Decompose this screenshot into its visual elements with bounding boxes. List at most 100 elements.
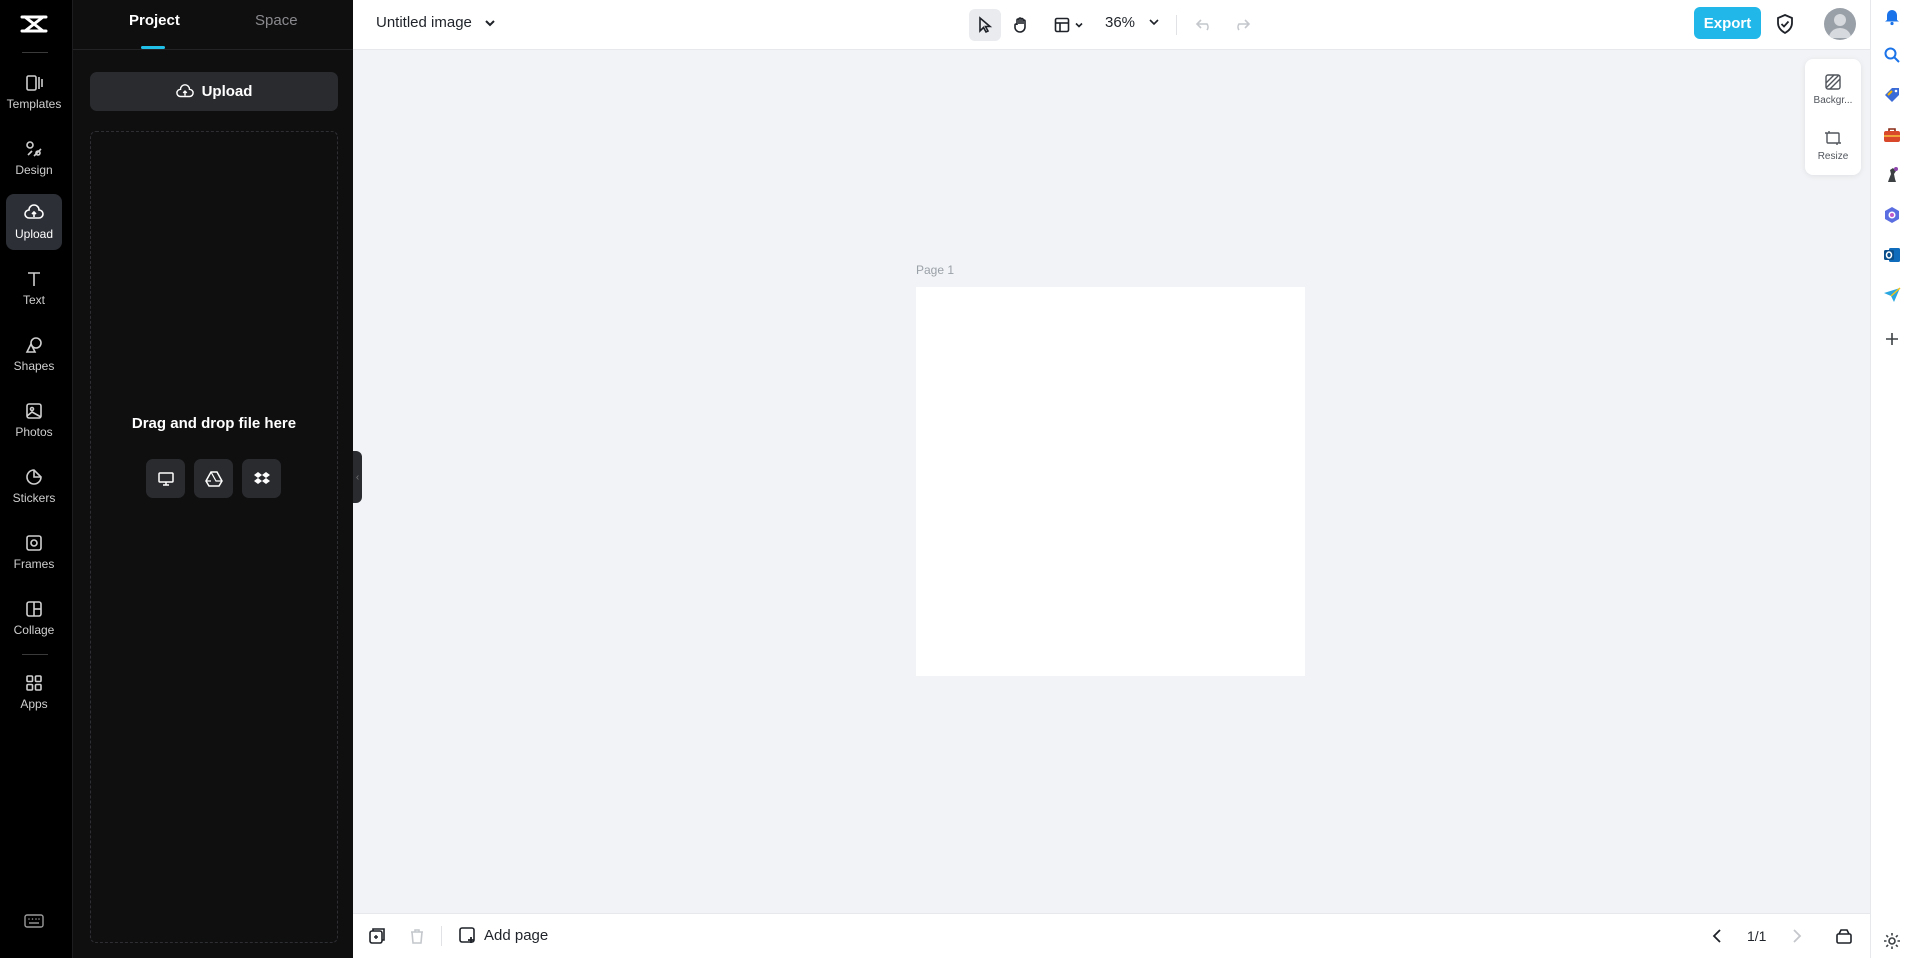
layout-options-button[interactable]	[1049, 9, 1089, 41]
floating-tools-panel: Backgr... Resize	[1805, 59, 1861, 175]
undo-icon[interactable]	[1193, 12, 1217, 36]
chess-piece-icon[interactable]	[1882, 165, 1902, 185]
hand-icon	[1014, 17, 1026, 33]
bell-icon[interactable]	[1882, 6, 1902, 26]
rail-item-label: Design	[15, 163, 53, 177]
computer-icon	[157, 471, 174, 486]
page-manager-icon[interactable]	[1834, 926, 1854, 946]
briefcase-icon[interactable]	[1882, 125, 1902, 145]
collage-icon	[26, 601, 42, 617]
copilot-icon[interactable]	[1882, 205, 1902, 225]
panel-tabs: Project Space	[73, 0, 353, 50]
user-avatar[interactable]	[1824, 8, 1856, 40]
rail-item-label: Photos	[15, 425, 53, 439]
document-title[interactable]: Untitled image	[376, 14, 496, 31]
google-drive-icon	[204, 470, 223, 487]
rail-item-design[interactable]: Design	[6, 130, 62, 186]
previous-page-icon[interactable]	[1708, 926, 1728, 946]
rail-item-templates[interactable]: Templates	[6, 64, 62, 120]
rail-item-label: Templates	[6, 97, 62, 111]
background-tool-button[interactable]: Backgr...	[1805, 65, 1861, 113]
upload-panel: Project Space Upload Drag and drop file …	[72, 0, 353, 958]
shield-check-icon[interactable]	[1773, 12, 1797, 36]
upload-source-buttons	[146, 459, 281, 498]
next-page-icon[interactable]	[1786, 926, 1806, 946]
bottom-divider	[441, 926, 442, 946]
search-icon[interactable]	[1882, 45, 1902, 65]
active-tab-indicator	[141, 46, 165, 49]
rail-item-label: Upload	[14, 227, 54, 241]
shapes-icon	[25, 337, 42, 353]
rail-item-stickers[interactable]: Stickers	[6, 458, 62, 514]
page-label: Page 1	[916, 263, 955, 277]
rail-item-label: Stickers	[12, 491, 56, 505]
page-counter: 1/1	[1747, 928, 1767, 944]
zoom-chevron-down-icon[interactable]	[1147, 15, 1161, 29]
design-icon	[26, 141, 42, 157]
frame-icon	[26, 535, 42, 551]
upload-from-computer-button[interactable]	[146, 459, 185, 498]
rail-item-photos[interactable]: Photos	[6, 392, 62, 448]
apps-grid-icon	[26, 675, 42, 691]
delete-page-icon[interactable]	[407, 926, 427, 946]
upload-from-dropbox-button[interactable]	[242, 459, 281, 498]
chevron-down-icon	[485, 19, 495, 26]
tab-space[interactable]: Space	[255, 12, 298, 29]
drop-zone-text: Drag and drop file here	[131, 415, 297, 432]
keyboard-shortcuts-icon[interactable]	[24, 913, 44, 929]
add-page-button[interactable]: Add page	[458, 926, 548, 944]
rail-item-label: Frames	[13, 557, 55, 571]
dropbox-icon	[253, 471, 270, 484]
chevron-down-icon	[1075, 22, 1083, 28]
capcut-logo-icon[interactable]	[19, 11, 49, 37]
tag-icon[interactable]	[1882, 85, 1902, 105]
text-icon	[28, 272, 40, 286]
user-avatar-icon	[1829, 14, 1851, 38]
collapse-panel-handle[interactable]: ‹	[353, 451, 362, 503]
bottom-toolbar: Add page 1/1	[353, 913, 1870, 958]
outlook-icon[interactable]	[1882, 245, 1902, 265]
rail-item-label: Shapes	[13, 359, 55, 373]
export-button[interactable]: Export	[1694, 7, 1761, 39]
hand-tool-button[interactable]	[1005, 9, 1037, 41]
sticker-icon	[26, 469, 42, 485]
toolbar-divider	[1176, 15, 1177, 35]
rail-divider	[22, 654, 48, 655]
photo-icon	[26, 403, 42, 419]
rail-item-upload[interactable]: Upload	[6, 194, 62, 250]
add-page-label: Add page	[484, 926, 549, 944]
drop-zone[interactable]: Drag and drop file here	[90, 131, 338, 943]
canvas-page[interactable]	[916, 287, 1305, 676]
zoom-level[interactable]: 36%	[1105, 14, 1135, 31]
upload-from-google-drive-button[interactable]	[194, 459, 233, 498]
rail-item-label: Apps	[20, 697, 48, 711]
duplicate-page-icon[interactable]	[367, 926, 387, 946]
rail-item-collage[interactable]: Collage	[6, 590, 62, 646]
cloud-upload-icon	[24, 204, 44, 219]
templates-icon	[26, 75, 43, 91]
cloud-upload-icon	[175, 83, 194, 97]
background-tool-label: Backgr...	[1813, 94, 1853, 106]
chevron-left-icon: ‹	[355, 471, 360, 483]
paper-plane-icon[interactable]	[1882, 285, 1902, 305]
rail-item-text[interactable]: Text	[6, 260, 62, 316]
top-toolbar: Untitled image 36% Export	[353, 0, 1870, 50]
resize-tool-button[interactable]: Resize	[1805, 121, 1861, 169]
plus-icon[interactable]	[1882, 329, 1902, 349]
tab-project[interactable]: Project	[129, 12, 180, 29]
rail-item-label: Text	[22, 293, 45, 307]
redo-icon[interactable]	[1229, 12, 1253, 36]
rail-item-shapes[interactable]: Shapes	[6, 326, 62, 382]
left-nav-rail: Templates Design Upload Text Shapes Phot…	[0, 0, 72, 958]
rail-item-apps[interactable]: Apps	[6, 664, 62, 720]
select-tool-button[interactable]	[969, 9, 1001, 41]
resize-tool-label: Resize	[1817, 150, 1849, 162]
resize-icon	[1825, 130, 1841, 145]
rail-item-frames[interactable]: Frames	[6, 524, 62, 580]
gear-icon[interactable]	[1882, 931, 1902, 951]
browser-extension-strip	[1870, 0, 1911, 958]
document-title-text: Untitled image	[376, 14, 472, 31]
upload-button[interactable]: Upload	[90, 72, 338, 111]
rail-divider	[22, 52, 48, 53]
upload-button-label: Upload	[201, 83, 253, 100]
